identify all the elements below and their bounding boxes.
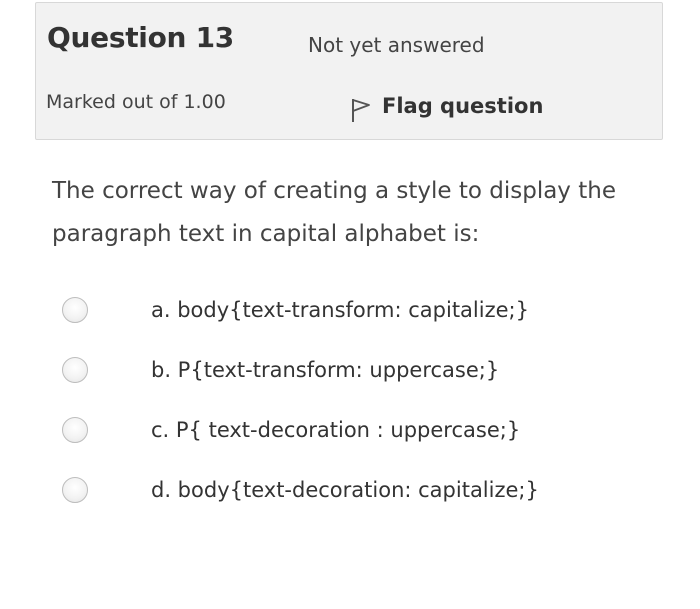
question-text: The correct way of creating a style to d… bbox=[52, 178, 616, 247]
answer-label-a[interactable]: a. body{text-transform: capitalize;} bbox=[151, 298, 529, 322]
answer-label-b[interactable]: b. P{text-transform: uppercase;} bbox=[151, 358, 499, 382]
flag-question-button[interactable]: Flag question bbox=[350, 89, 543, 123]
answer-radio-c[interactable] bbox=[62, 417, 88, 443]
flag-icon bbox=[352, 99, 370, 122]
answer-radio-b[interactable] bbox=[62, 357, 88, 383]
answer-option-a[interactable]: a. body{text-transform: capitalize;} bbox=[62, 293, 662, 327]
question-grade: Marked out of 1.00 bbox=[46, 91, 226, 113]
answer-radio-a[interactable] bbox=[62, 297, 88, 323]
question-state: Not yet answered bbox=[308, 33, 485, 57]
flag-question-label: Flag question bbox=[382, 94, 544, 118]
answer-label-c[interactable]: c. P{ text-decoration : uppercase;} bbox=[151, 418, 520, 442]
question-info-panel: Question 13 Not yet answered Marked out … bbox=[35, 2, 663, 140]
answer-label-d[interactable]: d. body{text-decoration: capitalize;} bbox=[151, 478, 539, 502]
question-number: Question 13 bbox=[47, 21, 234, 54]
answer-option-c[interactable]: c. P{ text-decoration : uppercase;} bbox=[62, 413, 662, 447]
answer-radio-d[interactable] bbox=[62, 477, 88, 503]
answer-option-d[interactable]: d. body{text-decoration: capitalize;} bbox=[62, 473, 662, 507]
answer-option-b[interactable]: b. P{text-transform: uppercase;} bbox=[62, 353, 662, 387]
